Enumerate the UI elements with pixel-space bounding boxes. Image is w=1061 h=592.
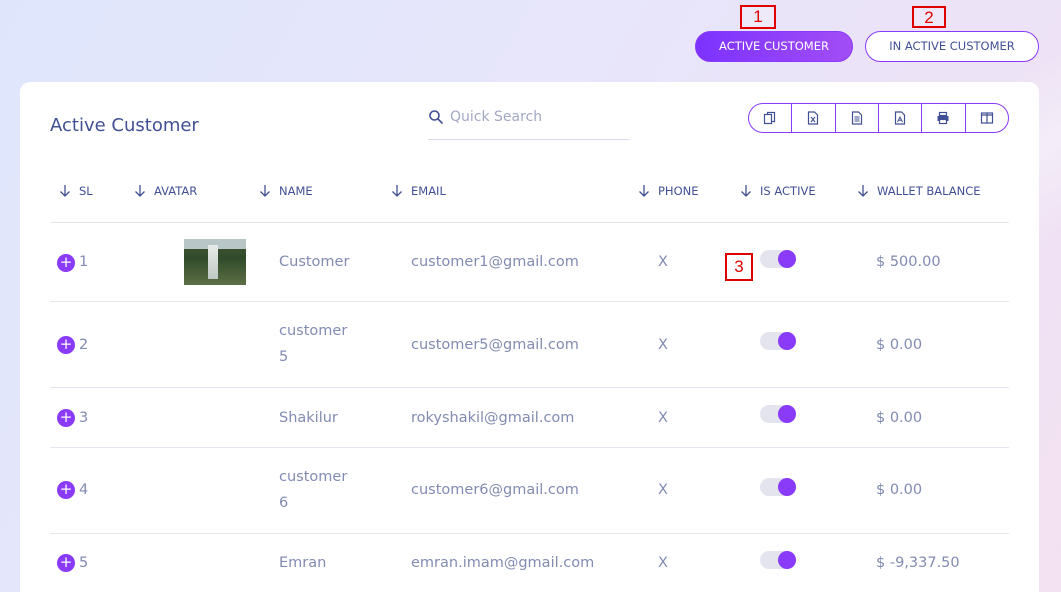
- row-phone: X: [658, 555, 668, 571]
- row-sl: 5: [79, 555, 89, 571]
- search-input[interactable]: [450, 106, 625, 128]
- print-icon: [937, 111, 949, 125]
- row-balance: $ -9,337.50: [876, 555, 960, 571]
- row-name: customer: [279, 469, 348, 485]
- columns-icon: [980, 112, 993, 124]
- sort-arrow-icon: [60, 185, 70, 197]
- active-toggle[interactable]: [760, 551, 796, 569]
- search-box: [428, 102, 629, 140]
- header-phone[interactable]: PHONE: [638, 184, 699, 198]
- copy-button[interactable]: [749, 104, 793, 132]
- active-toggle[interactable]: [760, 332, 796, 350]
- expand-row-button[interactable]: +: [57, 336, 75, 354]
- row-email: rokyshakil@gmail.com: [411, 410, 575, 426]
- header-is-active[interactable]: IS ACTIVE: [740, 184, 816, 198]
- header-name[interactable]: NAME: [259, 184, 313, 198]
- sort-arrow-icon: [639, 185, 649, 197]
- table-row: + 2 customer 5 customer5@gmail.com X $ 0…: [50, 302, 1009, 388]
- print-button[interactable]: [922, 104, 966, 132]
- row-name: Emran: [279, 555, 327, 571]
- row-email: customer6@gmail.com: [411, 482, 579, 498]
- inactive-customer-button[interactable]: IN ACTIVE CUSTOMER: [865, 31, 1039, 62]
- row-balance: $ 0.00: [876, 337, 923, 353]
- expand-row-button[interactable]: +: [57, 554, 75, 572]
- excel-button[interactable]: [792, 104, 836, 132]
- table-row: + 1 Customer customer1@gmail.com X $ 500…: [50, 223, 1009, 302]
- row-sl: 3: [79, 410, 89, 426]
- row-name-line2: 6: [279, 495, 289, 511]
- row-phone: X: [658, 410, 668, 426]
- row-balance: $ 0.00: [876, 482, 923, 498]
- row-name: customer: [279, 323, 348, 339]
- row-email: customer1@gmail.com: [411, 254, 579, 270]
- avatar: [184, 239, 246, 285]
- row-email: customer5@gmail.com: [411, 337, 579, 353]
- row-phone: X: [658, 254, 668, 270]
- expand-row-button[interactable]: +: [57, 409, 75, 427]
- sort-arrow-icon: [260, 185, 270, 197]
- search-icon: [429, 110, 443, 124]
- header-email[interactable]: EMAIL: [391, 184, 446, 198]
- page-title: Active Customer: [50, 115, 199, 136]
- table-row: + 5 Emran emran.imam@gmail.com X $ -9,33…: [50, 534, 1009, 592]
- header-sl[interactable]: SL: [59, 184, 93, 198]
- active-toggle[interactable]: [760, 250, 796, 268]
- row-balance: $ 500.00: [876, 254, 941, 270]
- active-toggle[interactable]: [760, 478, 796, 496]
- customer-card: Active Customer SL: [20, 82, 1039, 592]
- pdf-button[interactable]: [879, 104, 923, 132]
- row-name: Shakilur: [279, 410, 338, 426]
- csv-icon: [851, 111, 862, 125]
- row-name-line2: 5: [279, 349, 289, 365]
- table-row: + 3 Shakilur rokyshakil@gmail.com X $ 0.…: [50, 388, 1009, 448]
- table-header: SL AVATAR NAME EMAIL PHONE IS ACTIVE WAL…: [50, 174, 1009, 223]
- pdf-icon: [895, 111, 906, 125]
- sort-arrow-icon: [858, 185, 868, 197]
- row-phone: X: [658, 482, 668, 498]
- annotation-2: 2: [912, 6, 946, 28]
- row-sl: 2: [79, 337, 89, 353]
- expand-row-button[interactable]: +: [57, 481, 75, 499]
- active-customer-button[interactable]: ACTIVE CUSTOMER: [695, 31, 853, 62]
- header-avatar[interactable]: AVATAR: [134, 184, 197, 198]
- row-name: Customer: [279, 254, 350, 270]
- sort-arrow-icon: [741, 185, 751, 197]
- table-row: + 4 customer 6 customer6@gmail.com X $ 0…: [50, 448, 1009, 534]
- export-toolbar: [748, 103, 1009, 133]
- active-toggle[interactable]: [760, 405, 796, 423]
- header-wallet-balance[interactable]: WALLET BALANCE: [857, 184, 981, 198]
- row-sl: 4: [79, 482, 89, 498]
- copy-icon: [764, 111, 776, 125]
- columns-button[interactable]: [966, 104, 1008, 132]
- row-phone: X: [658, 337, 668, 353]
- csv-button[interactable]: [836, 104, 879, 132]
- expand-row-button[interactable]: +: [57, 254, 75, 272]
- excel-icon: [808, 111, 819, 125]
- sort-arrow-icon: [392, 185, 402, 197]
- sort-arrow-icon: [135, 185, 145, 197]
- row-sl: 1: [79, 254, 89, 270]
- annotation-1: 1: [740, 5, 776, 29]
- row-balance: $ 0.00: [876, 410, 923, 426]
- row-email: emran.imam@gmail.com: [411, 555, 595, 571]
- annotation-3: 3: [725, 253, 753, 281]
